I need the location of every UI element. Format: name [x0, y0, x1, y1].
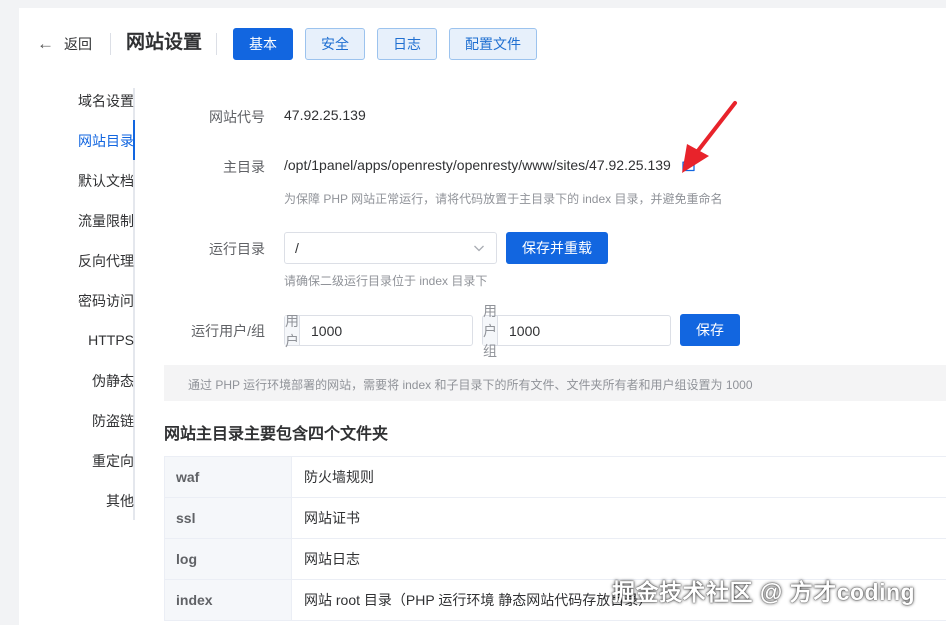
annotation-arrow-icon: [682, 101, 737, 173]
header-divider: [216, 33, 217, 55]
user-input[interactable]: [300, 316, 503, 345]
page-title: 网站设置: [126, 32, 203, 53]
page-header: ← 返回 网站设置 基本 安全 日志 配置文件: [19, 8, 946, 80]
user-prefix: 用户: [285, 312, 300, 349]
tab-security[interactable]: 安全: [305, 28, 365, 60]
settings-panel: ← 返回 网站设置 基本 安全 日志 配置文件 域名设置 网站目录 默认文档 流…: [19, 8, 946, 625]
sidebar-item-other[interactable]: 其他: [106, 481, 134, 521]
save-and-reload-button[interactable]: 保存并重载: [506, 232, 608, 264]
run-dir-label: 运行目录: [209, 241, 265, 257]
sidebar-item-password-access[interactable]: 密码访问: [78, 281, 134, 321]
sidebar-item-anti-leech[interactable]: 防盗链: [92, 401, 134, 441]
sidebar-item-rewrite[interactable]: 伪静态: [92, 361, 134, 401]
root-dir-label: 主目录: [223, 159, 265, 175]
root-dir-label-wrap: 主目录: [149, 157, 265, 177]
run-dir-hint: 请确保二级运行目录位于 index 目录下: [284, 274, 488, 288]
site-code-value: 47.92.25.139: [284, 107, 366, 123]
notice-text: 通过 PHP 运行环境部署的网站，需要将 index 和子目录下的所有文件、文件…: [188, 378, 753, 392]
run-dir-label-wrap: 运行目录: [149, 239, 265, 259]
sidebar-item-domain[interactable]: 域名设置: [78, 81, 134, 121]
run-dir-selected-value: /: [295, 240, 299, 256]
save-button[interactable]: 保存: [680, 314, 740, 346]
header-divider: [110, 33, 111, 55]
site-code-label-wrap: 网站代号: [149, 107, 265, 127]
folder-name: ssl: [164, 498, 292, 538]
group-prefix: 用户组: [483, 302, 498, 359]
back-label: 返回: [64, 36, 92, 52]
tab-basic[interactable]: 基本: [233, 28, 293, 60]
site-code-label: 网站代号: [209, 109, 265, 125]
sidebar-item-reverse-proxy[interactable]: 反向代理: [78, 241, 134, 281]
group-input[interactable]: [498, 316, 701, 345]
sidebar-item-traffic-limit[interactable]: 流量限制: [78, 201, 134, 241]
chevron-down-icon: [474, 245, 484, 252]
folder-name: log: [164, 539, 292, 579]
watermark: 掘金技术社区 @ 方才coding: [612, 579, 916, 605]
notice-banner: 通过 PHP 运行环境部署的网站，需要将 index 和子目录下的所有文件、文件…: [164, 365, 946, 401]
arrow-left-icon: ←: [37, 34, 54, 53]
tab-logs[interactable]: 日志: [377, 28, 437, 60]
sidebar-item-redirect[interactable]: 重定向: [92, 441, 134, 481]
user-input-group: 用户: [284, 312, 503, 349]
root-dir-path: /opt/1panel/apps/openresty/openresty/www…: [284, 157, 671, 173]
run-dir-select[interactable]: /: [284, 232, 497, 264]
tab-config-file[interactable]: 配置文件: [449, 28, 537, 60]
run-user-label-wrap: 运行用户/组: [149, 321, 265, 341]
sidebar-item-default-document[interactable]: 默认文档: [78, 161, 134, 201]
section-title: 网站主目录主要包含四个文件夹: [164, 426, 389, 443]
group-input-group: 用户组: [482, 302, 701, 359]
folder-desc: 网站证书: [304, 510, 360, 526]
sidebar-item-https[interactable]: HTTPS: [88, 320, 134, 360]
table-row: waf 防火墙规则: [164, 457, 946, 498]
run-user-label: 运行用户/组: [191, 323, 265, 339]
folder-desc: 防火墙规则: [304, 469, 374, 485]
sidebar-item-site-directory[interactable]: 网站目录: [78, 121, 134, 161]
folder-name: index: [164, 580, 292, 620]
table-row: ssl 网站证书: [164, 498, 946, 539]
folder-name: waf: [164, 457, 292, 497]
root-dir-hint: 为保障 PHP 网站正常运行，请将代码放置于主目录下的 index 目录，并避免…: [284, 192, 723, 206]
back-button[interactable]: ← 返回: [37, 32, 92, 56]
